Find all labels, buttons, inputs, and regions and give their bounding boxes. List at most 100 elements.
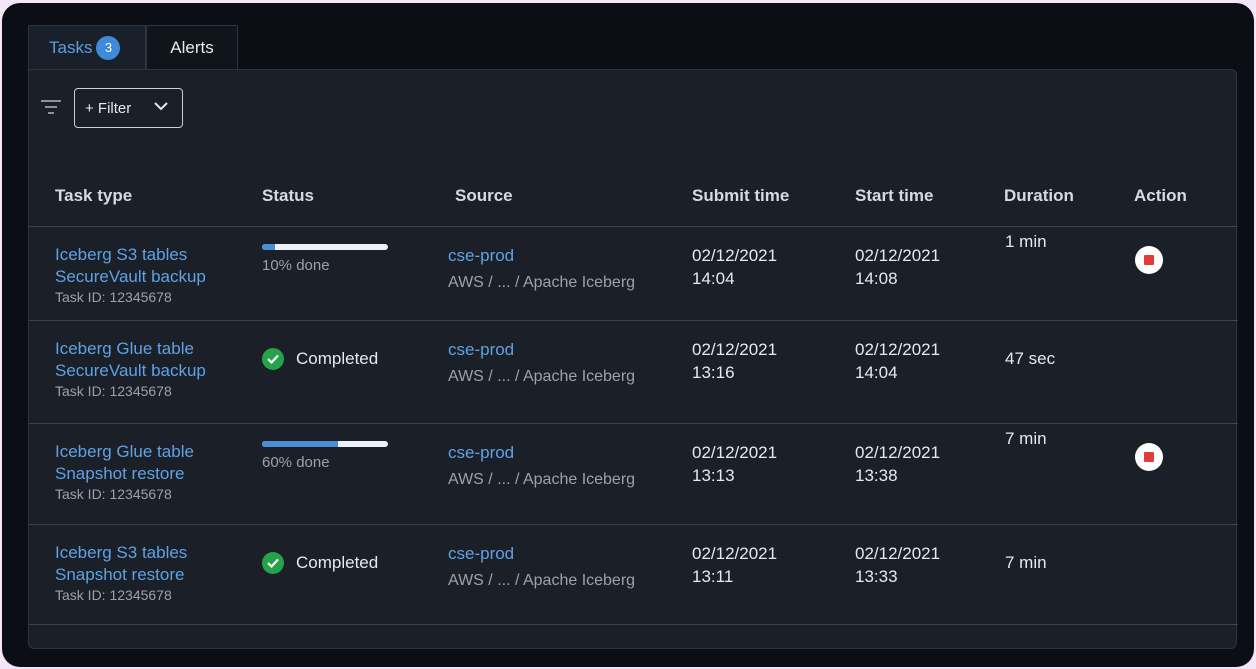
column-header-duration[interactable]: Duration [1004,186,1074,206]
source-cell: cse-prod AWS / ... / Apache Iceberg [448,543,635,591]
column-header-submit-time[interactable]: Submit time [692,186,789,206]
source-cell: cse-prod AWS / ... / Apache Iceberg [448,245,635,293]
task-name-line2: SecureVault backup [55,361,206,380]
chevron-down-icon [154,102,168,111]
submit-time-cell: 02/12/2021 13:16 [692,338,777,384]
column-header-action[interactable]: Action [1134,186,1187,206]
progress-text: 60% done [262,454,330,471]
start-date: 02/12/2021 [855,340,941,359]
task-id: Task ID: 12345678 [55,486,172,502]
task-name-line1: Iceberg S3 tables [55,245,188,264]
start-time: 13:38 [855,466,898,485]
source-path: AWS / ... / Apache Iceberg [448,274,636,291]
status-text: Completed [296,553,379,572]
table-row: Iceberg S3 tables Snapshot restore Task ID… [29,524,1238,625]
stop-task-button[interactable] [1135,443,1163,471]
source-cell: cse-prod AWS / ... / Apache Iceberg [448,442,635,490]
task-type-cell: Iceberg S3 tables Snapshot restore Task ID… [55,542,187,604]
start-date: 02/12/2021 [855,246,941,265]
stop-task-button[interactable] [1135,246,1163,274]
task-id: Task ID: 12345678 [55,587,172,603]
submit-time-cell: 02/12/2021 14:04 [692,244,777,290]
start-time: 13:33 [855,567,898,586]
task-name-line2: Snapshot restore [55,464,185,483]
tab-bar: Tasks 3 Alerts [28,25,238,69]
start-date: 02/12/2021 [855,443,941,462]
status-text: Completed [296,349,379,368]
submit-time: 13:11 [692,567,734,586]
tab-alerts-label: Alerts [170,37,214,57]
task-name-link[interactable]: Iceberg S3 tables SecureVault backup [55,244,206,288]
stop-icon [1144,255,1154,265]
source-link[interactable]: cse-prod [448,442,635,464]
submit-time: 13:16 [692,363,735,382]
table-row: Iceberg Glue table Snapshot restore Task I… [29,423,1238,524]
progress-bar-fill [262,244,275,250]
submit-time-cell: 02/12/2021 13:11 [692,542,777,588]
source-link[interactable]: cse-prod [448,339,635,361]
progress-bar [262,244,388,250]
start-time-cell: 02/12/2021 14:08 [855,244,940,290]
task-name-line1: Iceberg Glue table [55,339,194,358]
tab-alerts[interactable]: Alerts [146,25,238,69]
column-header-status[interactable]: Status [262,186,314,206]
source-cell: cse-prod AWS / ... / Apache Iceberg [448,339,635,387]
source-link[interactable]: cse-prod [448,543,635,565]
source-path: AWS / ... / Apache Iceberg [448,572,636,589]
task-name-link[interactable]: Iceberg Glue table Snapshot restore [55,441,194,485]
tab-tasks[interactable]: Tasks 3 [28,25,146,69]
stop-icon [1144,452,1154,462]
submit-date: 02/12/2021 [692,246,778,265]
submit-time: 14:04 [692,269,735,288]
tab-tasks-label: Tasks [49,37,93,57]
column-header-source[interactable]: Source [455,186,513,206]
source-path: AWS / ... / Apache Iceberg [448,368,636,385]
source-path: AWS / ... / Apache Iceberg [448,471,636,488]
source-link[interactable]: cse-prod [448,245,635,267]
submit-time-cell: 02/12/2021 13:13 [692,441,777,487]
column-header-task-type[interactable]: Task type [55,186,132,206]
start-time-cell: 02/12/2021 13:33 [855,542,940,588]
status-completed: Completed [262,552,378,574]
table-row: Iceberg S3 tables SecureVault backup Task … [29,226,1238,327]
task-type-cell: Iceberg S3 tables SecureVault backup Task … [55,244,206,306]
status-completed: Completed [262,348,378,370]
task-name-line2: Snapshot restore [55,565,185,584]
progress-bar-fill [262,441,338,447]
filter-label: + Filter [85,99,132,117]
filter-lines-icon[interactable] [41,100,61,114]
task-name-link[interactable]: Iceberg S3 tables Snapshot restore [55,542,187,586]
progress-bar [262,441,388,447]
tasks-count-badge: 3 [96,35,121,60]
start-time: 14:04 [855,363,898,382]
submit-date: 02/12/2021 [692,340,778,359]
app-window: Tasks 3 Alerts + Filter Task type Status… [2,3,1254,667]
task-type-cell: Iceberg Glue table Snapshot restore Task I… [55,441,194,503]
start-date: 02/12/2021 [855,544,941,563]
table-row: Iceberg Glue table SecureVault backup Task… [29,320,1238,421]
progress-text: 10% done [262,257,330,274]
task-id: Task ID: 12345678 [55,289,172,305]
submit-date: 02/12/2021 [692,544,778,563]
tasks-panel: + Filter Task type Status Source Submit … [28,69,1238,649]
task-name-line2: SecureVault backup [55,267,206,286]
task-name-link[interactable]: Iceberg Glue table SecureVault backup [55,338,206,382]
task-id: Task ID: 12345678 [55,383,172,399]
start-time-cell: 02/12/2021 14:04 [855,338,940,384]
task-name-line1: Iceberg S3 tables [55,543,188,562]
check-circle-icon [262,348,284,370]
duration: 1 min [1005,232,1047,251]
duration: 7 min [1005,429,1047,448]
task-name-line1: Iceberg Glue table [55,442,194,461]
check-circle-icon [262,552,284,574]
column-header-start-time[interactable]: Start time [855,186,933,206]
duration: 7 min [1005,553,1047,572]
filter-dropdown[interactable]: + Filter [74,88,183,128]
submit-date: 02/12/2021 [692,443,778,462]
submit-time: 13:13 [692,466,735,485]
status-progress: 60% done [262,441,388,471]
status-progress: 10% done [262,244,388,274]
start-time-cell: 02/12/2021 13:38 [855,441,940,487]
start-time: 14:08 [855,269,898,288]
task-type-cell: Iceberg Glue table SecureVault backup Task… [55,338,206,400]
